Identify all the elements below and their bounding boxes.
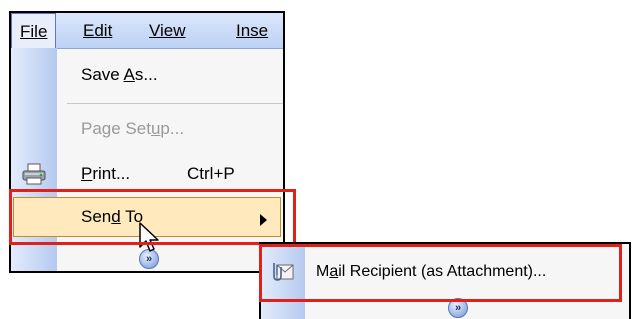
menubar: File Edit View Inse: [11, 13, 283, 49]
menu-insert-label: Inse: [236, 21, 269, 40]
page-setup-accel: u: [150, 119, 161, 138]
save-as-text-post: s...: [134, 65, 158, 84]
page-setup-text-pre: Page Set: [81, 119, 151, 138]
print-text-post: rint...: [92, 164, 131, 183]
menu-view-label: View: [149, 21, 186, 40]
highlight-frame-mail-recipient: [259, 244, 622, 302]
menu-file[interactable]: File: [11, 13, 57, 48]
menu-item-save-as[interactable]: Save As...: [11, 58, 283, 92]
menu-file-label: File: [20, 22, 48, 41]
save-as-accel: A: [123, 65, 135, 84]
print-accel: P: [81, 164, 93, 183]
menu-edit[interactable]: Edit: [83, 13, 112, 48]
print-label: Print...: [81, 157, 130, 191]
submenu-expand-chevron-glyph: »: [454, 302, 462, 314]
menu-separator: [67, 103, 283, 104]
save-as-label: Save As...: [81, 58, 158, 92]
printer-icon: [22, 163, 46, 185]
menu-insert[interactable]: Inse: [236, 13, 268, 48]
menu-edit-label: Edit: [83, 21, 113, 40]
highlight-frame-send-to: [9, 189, 296, 245]
menu-view[interactable]: View: [149, 13, 186, 48]
menu-item-print[interactable]: Print... Ctrl+P: [11, 157, 283, 191]
page-setup-text-post: p...: [160, 119, 185, 138]
save-as-text-pre: Save: [81, 65, 124, 84]
menu-item-page-setup: Page Setup...: [11, 112, 283, 146]
print-shortcut: Ctrl+P: [187, 164, 235, 183]
page-setup-label: Page Setup...: [81, 112, 184, 146]
